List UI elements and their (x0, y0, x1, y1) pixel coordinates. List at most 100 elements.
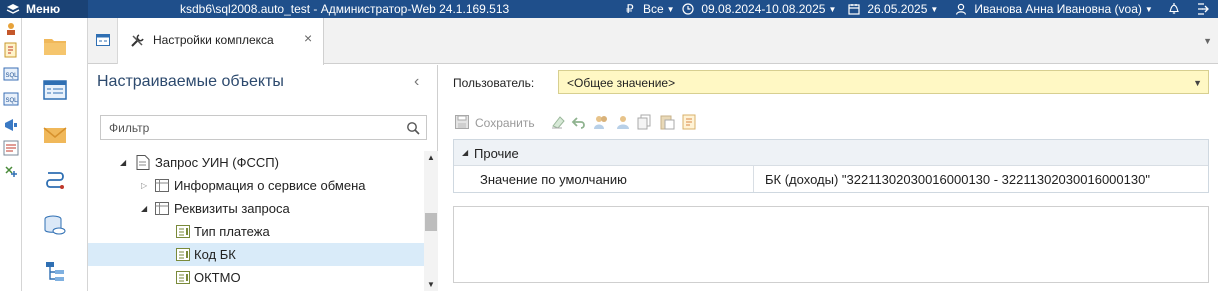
search-icon[interactable] (406, 121, 420, 135)
close-icon[interactable]: × (304, 31, 318, 45)
currency-label: Все (642, 2, 664, 16)
tab-label: Настройки комплекса (153, 33, 274, 47)
date-label: 26.05.2025 (867, 2, 928, 16)
chevron-down-icon[interactable]: ▼ (1193, 78, 1202, 88)
scroll-up-icon[interactable]: ▲ (427, 153, 435, 162)
users-group-icon[interactable] (593, 113, 609, 131)
property-grid: ◢ Прочие Значение по умолчанию БК (доход… (453, 139, 1209, 193)
tree-scrollbar[interactable]: ▲ ▼ (424, 151, 438, 291)
property-value: БК (доходы) "32211302030016000130 - 3221… (765, 172, 1150, 187)
folder-icon[interactable] (43, 34, 67, 58)
tab-settings[interactable]: Настройки комплекса × (118, 18, 324, 65)
period-label: 09.08.2024-10.08.2025 (701, 2, 826, 16)
date-selector[interactable]: 26.05.2025 ▼ (848, 0, 938, 18)
object-tree: ◢ Запрос УИН (ФССП) ▷ Информация о серви… (88, 151, 424, 291)
calendar-icon (848, 4, 860, 15)
tree-label: Запрос УИН (ФССП) (155, 155, 279, 170)
property-value-cell[interactable]: БК (доходы) "32211302030016000130 - 3221… (755, 166, 1208, 192)
tools-icon (131, 34, 144, 47)
svg-text:SQL: SQL (6, 98, 19, 104)
eraser-icon[interactable] (550, 113, 566, 131)
collapsed-arrow-icon[interactable]: ▷ (141, 174, 147, 197)
undo-icon[interactable] (571, 113, 587, 131)
paste-icon[interactable] (659, 113, 675, 131)
floppy-icon (455, 115, 469, 129)
tree-node-payment-type[interactable]: Тип платежа (88, 220, 424, 243)
menu-button[interactable]: Меню (0, 0, 88, 18)
dictionary-window-icon[interactable] (43, 78, 67, 102)
filter-input[interactable]: Фильтр (100, 115, 427, 140)
chevron-down-icon: ▼ (828, 5, 837, 14)
scroll-thumb[interactable] (425, 213, 437, 231)
user-selector[interactable]: Иванова Анна Ивановна (voa) ▼ (955, 0, 1153, 18)
clock-icon (682, 3, 694, 15)
panel-title: Настраиваемые объекты (97, 73, 284, 90)
tree-label: ОКТМО (194, 270, 241, 285)
menu-label: Меню (26, 2, 61, 16)
user-select[interactable]: <Общее значение> ▼ (558, 70, 1209, 94)
user-icon[interactable] (615, 113, 631, 131)
expanded-arrow-icon[interactable]: ◢ (120, 151, 126, 174)
tree-label: Информация о сервисе обмена (174, 178, 366, 193)
scroll-down-icon[interactable]: ▼ (427, 280, 435, 289)
property-category-other[interactable]: ◢ Прочие (454, 140, 1208, 166)
exec-icon[interactable] (3, 140, 19, 156)
tree-label: Тип платежа (194, 224, 270, 239)
connection-title: ksdb6\sql2008.auto_test - Администратор-… (180, 2, 510, 16)
save-label: Сохранить (475, 116, 535, 130)
category-label: Прочие (474, 146, 519, 161)
sql-icon[interactable]: SQL (3, 66, 19, 82)
logout-button[interactable] (1197, 0, 1211, 18)
tree-node-exchange-info[interactable]: ▷ Информация о сервисе обмена (88, 174, 424, 197)
sort-tool-icon[interactable] (3, 164, 19, 180)
title-bar: Меню ksdb6\sql2008.auto_test - Администр… (0, 0, 1218, 18)
description-area (453, 206, 1209, 283)
tab-home[interactable] (88, 18, 118, 64)
save-button[interactable]: Сохранить (453, 113, 545, 131)
tree-node-request-details[interactable]: ◢ Реквизиты запроса (88, 197, 424, 220)
settings-editor-panel: Пользователь: <Общее значение> ▼ Сохрани… (439, 65, 1218, 291)
sql-icon[interactable]: SQL (3, 91, 19, 107)
megaphone-icon[interactable] (3, 117, 19, 133)
field-icon (176, 271, 190, 284)
report-icon[interactable] (3, 42, 19, 58)
tree-label: Код БК (194, 247, 236, 262)
configurable-objects-panel: Настраиваемые объекты ‹ Фильтр ◢ Запрос … (88, 65, 438, 291)
database-icon[interactable] (43, 214, 67, 238)
tabs-dropdown-button[interactable]: ▼ (1203, 36, 1212, 46)
tree-node-oktmo[interactable]: ОКТМО (88, 266, 424, 289)
tree-node-uin-request[interactable]: ◢ Запрос УИН (ФССП) (88, 151, 424, 174)
key-user-icon[interactable] (3, 21, 19, 37)
mail-icon[interactable] (43, 123, 67, 147)
table-icon (155, 179, 169, 192)
period-selector[interactable]: 09.08.2024-10.08.2025 ▼ (682, 0, 836, 18)
expanded-arrow-icon[interactable]: ◢ (462, 148, 468, 157)
hierarchy-icon[interactable] (43, 260, 67, 284)
expanded-arrow-icon[interactable]: ◢ (141, 197, 147, 220)
user-select-value: <Общее значение> (567, 76, 676, 90)
bell-icon (1168, 3, 1180, 14)
collapse-panel-button[interactable]: ‹ (414, 73, 419, 91)
tree-label: Реквизиты запроса (174, 201, 290, 216)
field-icon (176, 225, 190, 238)
tree-node-budget-code[interactable]: Код БК (88, 243, 424, 266)
copy-icon[interactable] (637, 113, 653, 131)
user-name: Иванова Анна Ивановна (voa) (974, 2, 1142, 16)
chevron-down-icon: ▼ (930, 5, 939, 14)
window-icon (96, 34, 110, 46)
route-icon[interactable] (43, 168, 67, 192)
filter-placeholder: Фильтр (109, 121, 150, 135)
notifications-button[interactable] (1168, 0, 1180, 18)
chevron-down-icon: ▼ (1144, 5, 1153, 14)
property-name-cell: Значение по умолчанию (454, 166, 754, 192)
tab-bar: Настройки комплекса × ▼ (88, 18, 1218, 65)
currency-selector[interactable]: ₽ Все ▼ (626, 0, 675, 18)
property-row-default-value[interactable]: Значение по умолчанию БК (доходы) "32211… (454, 166, 1208, 192)
export-icon[interactable] (681, 113, 697, 131)
table-icon (155, 202, 169, 215)
logout-icon (1198, 3, 1209, 15)
chevron-down-icon: ▼ (666, 5, 675, 14)
quick-tools-strip: SQL SQL (0, 18, 22, 291)
user-field-label: Пользователь: (453, 76, 535, 90)
ruble-icon: ₽ (626, 2, 634, 16)
